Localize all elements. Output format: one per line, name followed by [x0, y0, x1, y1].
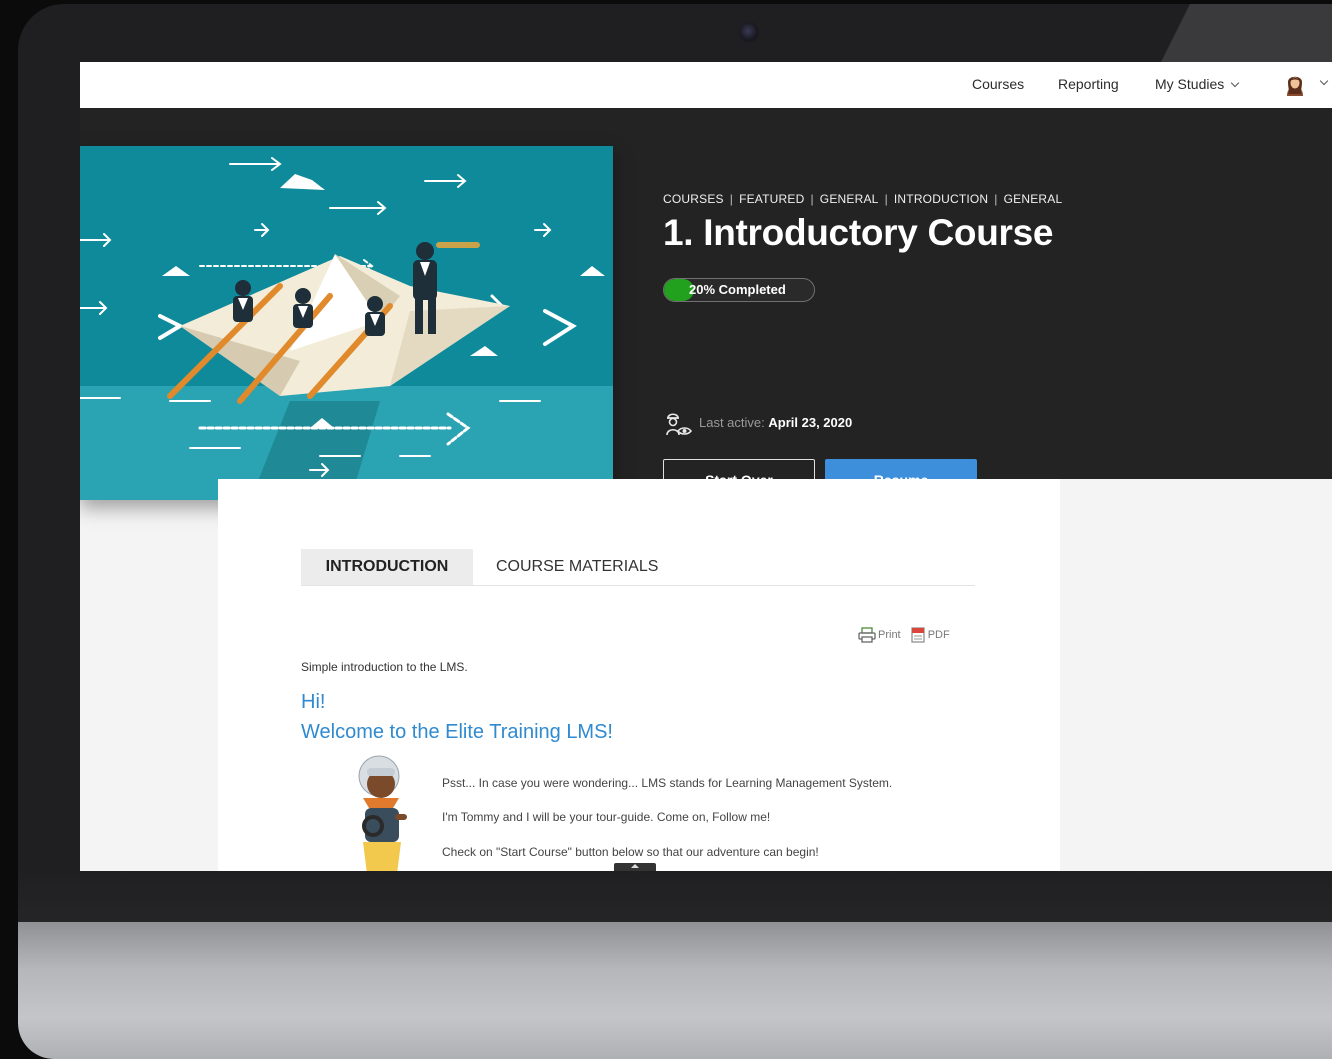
breadcrumb-general-2[interactable]: GENERAL: [1004, 192, 1063, 206]
laptop-hinge: [18, 872, 1332, 924]
intro-paragraph-1: Psst... In case you were wondering... LM…: [442, 776, 893, 790]
chevron-down-icon: [1319, 76, 1329, 86]
print-link[interactable]: Print: [858, 627, 901, 643]
nav-courses[interactable]: Courses: [972, 76, 1024, 92]
course-title: 1. Introductory Course: [663, 212, 1054, 253]
breadcrumb-separator: |: [810, 192, 814, 206]
nav-my-studies[interactable]: My Studies: [1155, 76, 1240, 92]
nav-reporting[interactable]: Reporting: [1058, 76, 1119, 92]
scroll-to-top-button[interactable]: [614, 863, 656, 871]
breadcrumb-featured[interactable]: FEATURED: [739, 192, 804, 206]
user-menu[interactable]: [1283, 72, 1329, 98]
intro-paragraph-3: Check on "Start Course" button below so …: [442, 845, 819, 859]
tommy-mascot-illustration: [358, 755, 407, 871]
bezel-glare: [1160, 4, 1332, 64]
webcam-icon: [739, 22, 759, 42]
top-navigation: Courses Reporting My Studies: [80, 62, 1332, 109]
course-summary: Simple introduction to the LMS.: [301, 660, 468, 674]
breadcrumb-introduction[interactable]: INTRODUCTION: [894, 192, 988, 206]
course-cover-illustration: [80, 146, 613, 500]
last-active-label: Last active:: [699, 415, 765, 430]
content-tabs: INTRODUCTION COURSE MATERIALS: [301, 549, 975, 586]
screen: Courses Reporting My Studies COURSES | FEA…: [80, 62, 1332, 871]
breadcrumb-separator: |: [884, 192, 888, 206]
breadcrumb: COURSES | FEATURED | GENERAL | INTRODUCTION | GE…: [663, 192, 1062, 206]
tab-introduction[interactable]: INTRODUCTION: [301, 549, 473, 585]
last-active-date: April 23, 2020: [768, 415, 853, 430]
tab-course-materials[interactable]: COURSE MATERIALS: [496, 549, 658, 585]
pdf-icon: [911, 627, 925, 643]
course-content: INTRODUCTION COURSE MATERIALS Print PDF …: [218, 479, 1060, 871]
laptop-base: [18, 922, 1332, 1059]
breadcrumb-separator: |: [729, 192, 734, 206]
progress-label: 20% Completed: [689, 282, 786, 297]
progress-bar: 20% Completed: [663, 278, 815, 302]
greeting-heading: Hi!: [301, 691, 326, 713]
intro-paragraph-2: I'm Tommy and I will be your tour-guide.…: [442, 810, 771, 824]
printer-icon: [858, 627, 876, 643]
pdf-link[interactable]: PDF: [910, 627, 950, 643]
pilot-eye-icon: [666, 413, 693, 436]
breadcrumb-courses[interactable]: COURSES: [663, 192, 724, 206]
print-label: Print: [878, 628, 901, 641]
avatar-icon: [1287, 76, 1303, 96]
breadcrumb-general[interactable]: GENERAL: [820, 192, 879, 206]
chevron-down-icon: [1231, 78, 1240, 88]
nav-my-studies-label: My Studies: [1155, 76, 1225, 92]
welcome-heading: Welcome to the Elite Training LMS!: [301, 721, 613, 743]
pdf-label: PDF: [927, 628, 950, 641]
print-tools: Print PDF: [858, 627, 956, 643]
breadcrumb-separator: |: [994, 192, 998, 206]
